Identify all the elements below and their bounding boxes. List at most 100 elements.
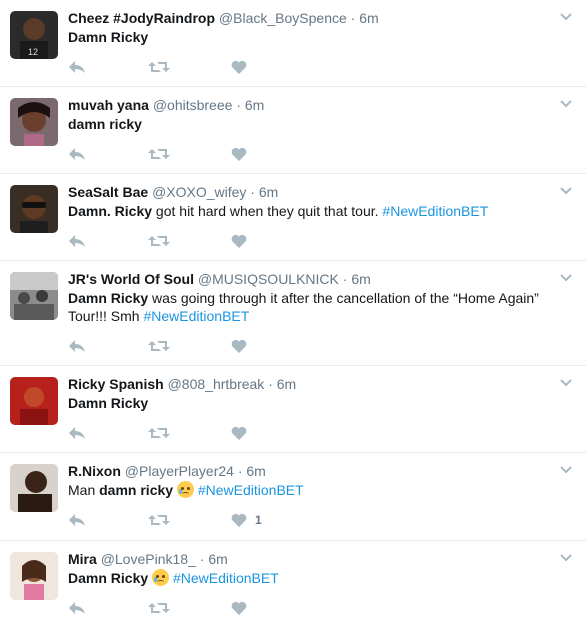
like-button[interactable] — [231, 146, 255, 162]
hashtag-link[interactable]: #NewEditionBET — [198, 482, 304, 498]
reply-button[interactable] — [68, 425, 86, 441]
text-body: got hit hard when they quit that tour. — [152, 203, 383, 219]
search-term-match: Damn. Ricky — [68, 203, 153, 219]
avatar[interactable]: 12 — [10, 11, 58, 59]
username[interactable]: @ohitsbreee — [153, 97, 233, 113]
tweet[interactable]: JR's World Of Soul @MUSIQSOULKNICK · 6m … — [0, 261, 586, 366]
username[interactable]: @PlayerPlayer24 — [125, 463, 234, 479]
like-button[interactable]: 1 — [231, 512, 262, 528]
reply-button[interactable] — [68, 512, 86, 528]
hashtag-link[interactable]: #NewEditionBET — [382, 203, 488, 219]
tweet-header: Mira @LovePink18_ · 6m — [68, 550, 546, 568]
retweet-button[interactable] — [148, 59, 170, 75]
chevron-down-icon[interactable] — [559, 463, 573, 477]
tweet-text: Man damn ricky #NewEditionBET — [68, 481, 558, 499]
display-name[interactable]: Cheez #JodyRaindrop — [68, 10, 215, 26]
username[interactable]: @LovePink18_ — [101, 551, 196, 567]
like-button[interactable] — [231, 233, 255, 249]
tweet-header: muvah yana @ohitsbreee · 6m — [68, 96, 546, 114]
text-prefix: Man — [68, 482, 100, 498]
reply-button[interactable] — [68, 233, 86, 249]
like-button[interactable] — [231, 59, 255, 75]
tweet-text: Damn. Ricky got hit hard when they quit … — [68, 202, 558, 220]
reply-button[interactable] — [68, 600, 86, 616]
like-button[interactable] — [231, 600, 255, 616]
retweet-button[interactable] — [148, 146, 170, 162]
like-button[interactable] — [231, 425, 255, 441]
display-name[interactable]: muvah yana — [68, 97, 149, 113]
separator: · — [199, 551, 205, 567]
reply-icon — [69, 602, 85, 614]
crying-face-emoji — [152, 569, 170, 586]
retweet-button[interactable] — [148, 425, 170, 441]
tweet-header: Cheez #JodyRaindrop @Black_BoySpence · 6… — [68, 9, 546, 27]
username[interactable]: @Black_BoySpence — [219, 10, 347, 26]
search-term-match: Damn Ricky — [68, 395, 149, 411]
chevron-down-icon[interactable] — [559, 184, 573, 198]
heart-icon — [231, 339, 247, 353]
display-name[interactable]: JR's World Of Soul — [68, 271, 194, 287]
avatar[interactable] — [10, 464, 58, 512]
avatar[interactable] — [10, 185, 58, 233]
like-button[interactable] — [231, 338, 255, 354]
timestamp[interactable]: 6m — [351, 271, 370, 287]
tweet[interactable]: Mira @LovePink18_ · 6m Damn Ricky #NewEd… — [0, 541, 586, 628]
tweet[interactable]: 12 Cheez #JodyRaindrop @Black_BoySpence … — [0, 0, 586, 87]
chevron-down-icon[interactable] — [559, 376, 573, 390]
chevron-down-icon[interactable] — [559, 97, 573, 111]
timestamp[interactable]: 6m — [359, 10, 378, 26]
username[interactable]: @808_hrtbreak — [168, 376, 265, 392]
retweet-button[interactable] — [148, 600, 170, 616]
tweet-header: Ricky Spanish @808_hrtbreak · 6m — [68, 375, 546, 393]
search-term-match: Damn Ricky — [68, 290, 149, 306]
avatar[interactable] — [10, 98, 58, 146]
separator: · — [250, 184, 255, 200]
tweet-text: Damn Ricky was going through it after th… — [68, 289, 558, 325]
retweet-icon — [148, 603, 170, 613]
tweet[interactable]: muvah yana @ohitsbreee · 6m damn ricky — [0, 87, 586, 174]
reply-icon — [69, 427, 85, 439]
retweet-button[interactable] — [148, 338, 170, 354]
reply-icon — [69, 340, 85, 352]
tweet[interactable]: SeaSalt Bae @XOXO_wifey · 6m Damn. Ricky… — [0, 174, 586, 261]
display-name[interactable]: SeaSalt Bae — [68, 184, 148, 200]
reply-button[interactable] — [68, 59, 86, 75]
search-term-match: Damn Ricky — [68, 29, 149, 45]
hashtag-link[interactable]: #NewEditionBET — [143, 308, 249, 324]
timestamp[interactable]: 6m — [246, 463, 265, 479]
username[interactable]: @MUSIQSOULKNICK — [198, 271, 339, 287]
avatar[interactable] — [10, 552, 58, 600]
reply-button[interactable] — [68, 146, 86, 162]
reply-button[interactable] — [68, 338, 86, 354]
timestamp[interactable]: 6m — [277, 376, 296, 392]
tweet[interactable]: R.Nixon @PlayerPlayer24 · 6m Man damn ri… — [0, 453, 586, 541]
heart-icon — [231, 147, 247, 161]
display-name[interactable]: Mira — [68, 551, 97, 567]
svg-text:12: 12 — [28, 47, 38, 57]
hashtag-link[interactable]: #NewEditionBET — [173, 570, 279, 586]
retweet-button[interactable] — [148, 233, 170, 249]
separator: · — [268, 376, 273, 392]
separator: · — [237, 463, 243, 479]
retweet-button[interactable] — [148, 512, 170, 528]
display-name[interactable]: Ricky Spanish — [68, 376, 164, 392]
crying-face-emoji — [176, 481, 194, 498]
search-term-match: damn ricky — [68, 116, 142, 132]
timestamp[interactable]: 6m — [259, 184, 278, 200]
timestamp[interactable]: 6m — [245, 97, 264, 113]
avatar[interactable] — [10, 377, 58, 425]
heart-icon — [231, 60, 247, 74]
chevron-down-icon[interactable] — [559, 10, 573, 24]
display-name[interactable]: R.Nixon — [68, 463, 121, 479]
separator: · — [350, 10, 356, 26]
reply-icon — [69, 148, 85, 160]
chevron-down-icon[interactable] — [559, 271, 573, 285]
avatar[interactable] — [10, 272, 58, 320]
retweet-icon — [148, 62, 170, 72]
chevron-down-icon[interactable] — [559, 551, 573, 565]
search-term-match: damn ricky — [99, 482, 174, 498]
timestamp[interactable]: 6m — [208, 551, 227, 567]
tweet[interactable]: Ricky Spanish @808_hrtbreak · 6m Damn Ri… — [0, 366, 586, 453]
username[interactable]: @XOXO_wifey — [152, 184, 246, 200]
heart-icon — [231, 601, 247, 615]
